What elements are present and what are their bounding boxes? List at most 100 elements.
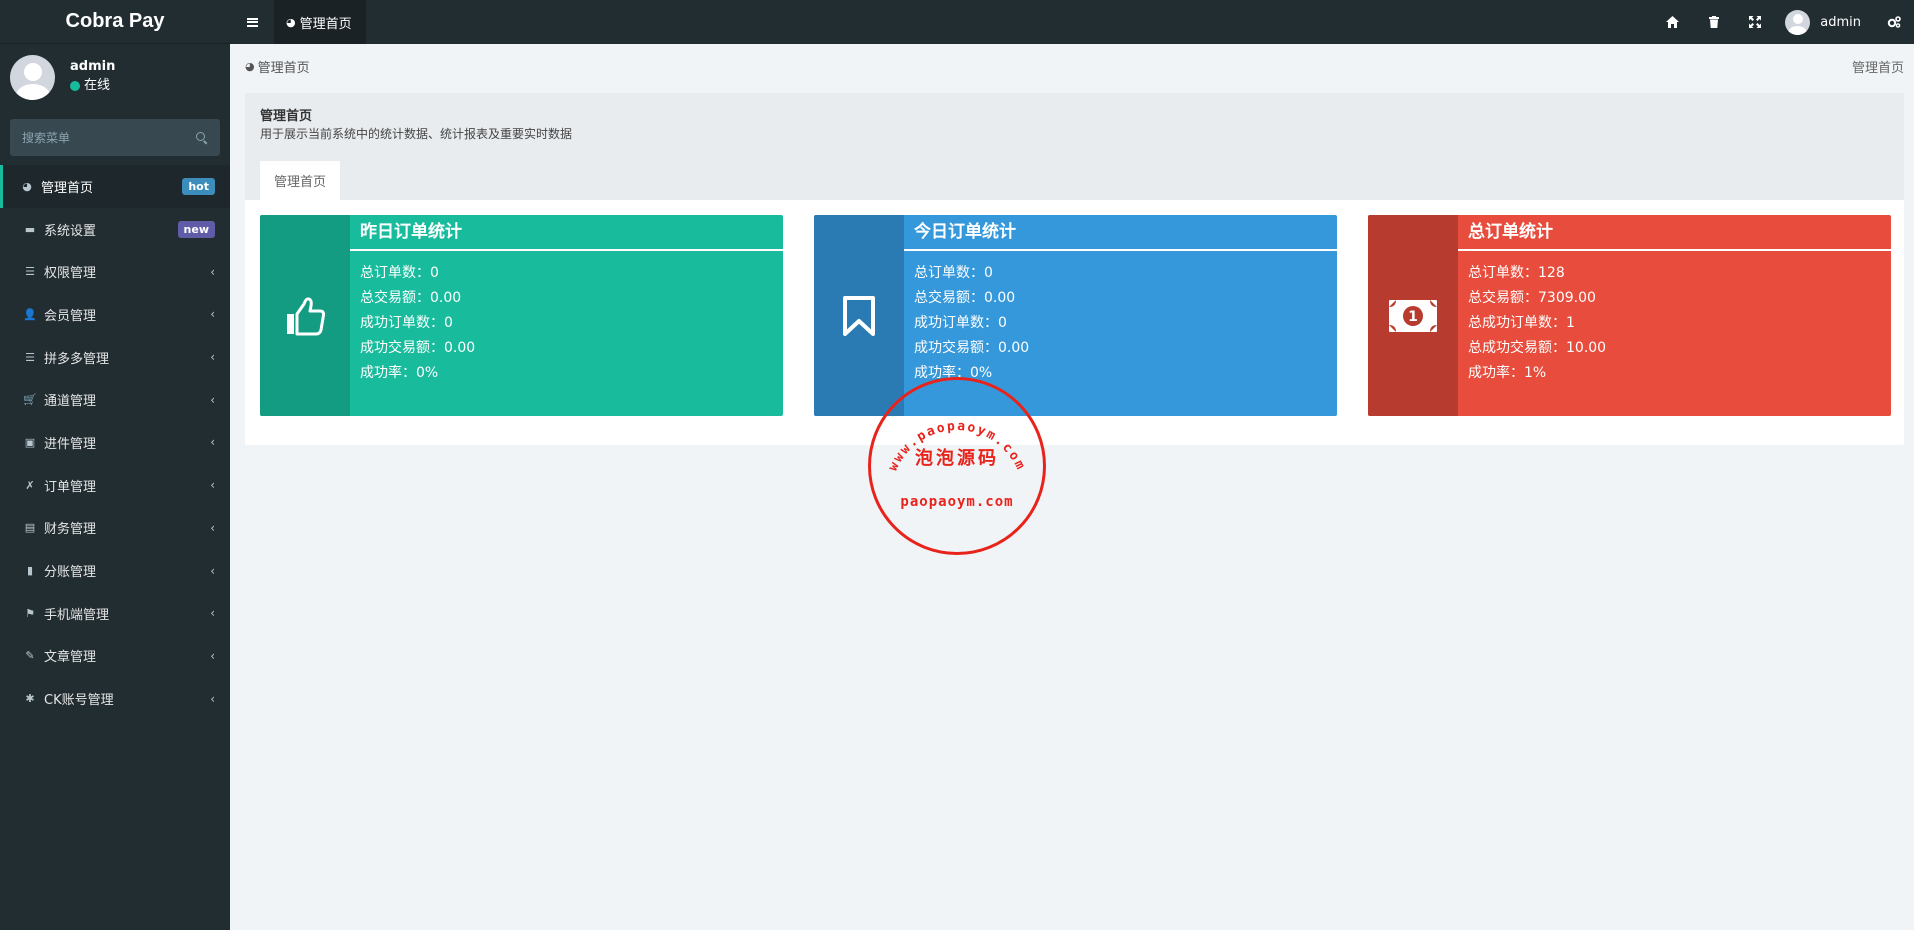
money-icon: ▣ xyxy=(24,435,36,449)
breadcrumb: ◕ 管理首页 管理首页 xyxy=(230,44,1914,89)
trash-icon[interactable] xyxy=(1693,0,1734,44)
sidebar-item-channels[interactable]: 🛒 通道管理 ‹ xyxy=(0,378,230,421)
user-add-icon: 👤 xyxy=(23,307,37,321)
sidebar-item-label: CK账号管理 xyxy=(44,693,114,709)
card-total-amount: 总交易额：0.00 xyxy=(914,290,1016,306)
sidebar-item-label: 管理首页 xyxy=(41,180,94,196)
card-success-amount: 成功交易额：0.00 xyxy=(914,340,1030,356)
svg-text:1: 1 xyxy=(1408,309,1418,325)
dashboard-icon: ◕ xyxy=(286,15,296,29)
user-panel: admin 在线 xyxy=(0,44,230,110)
sidebar-item-mobile[interactable]: ⚑ 手机端管理 ‹ xyxy=(0,592,230,635)
card-total-orders: 总订单数：0 xyxy=(360,265,439,281)
tab-label: 管理首页 xyxy=(299,16,352,32)
sidebar-item-label: 财务管理 xyxy=(44,522,97,538)
watermark-bottom-text: paopaoym.com xyxy=(900,494,1014,510)
card-title: 今日订单统计 xyxy=(904,215,1337,251)
brush-icon: ✎ xyxy=(25,649,35,663)
card-success-rate: 成功率：1% xyxy=(1468,365,1547,381)
sidebar-item-label: 会员管理 xyxy=(44,308,97,324)
flag-icon: ⚑ xyxy=(25,606,35,620)
sidebar-item-label: 手机端管理 xyxy=(44,607,110,623)
thumbs-up-icon xyxy=(260,215,350,416)
chevron-left-icon: ‹ xyxy=(210,435,215,450)
chevron-left-icon: ‹ xyxy=(210,264,215,279)
header-user-menu[interactable]: admin xyxy=(1775,0,1873,44)
home-icon[interactable] xyxy=(1652,0,1693,44)
fullscreen-icon[interactable] xyxy=(1734,0,1775,44)
top-header: ◕ 管理首页 admin xyxy=(230,0,1914,44)
card-success-amount: 成功交易额：0.00 xyxy=(360,340,476,356)
sidebar-item-label: 权限管理 xyxy=(44,266,97,282)
sidebar-toggle-button[interactable] xyxy=(230,0,274,44)
sidebar-item-onboarding[interactable]: ▣ 进件管理 ‹ xyxy=(0,421,230,464)
card-title: 总订单统计 xyxy=(1458,215,1891,251)
card-success-orders: 成功订单数：0 xyxy=(914,315,1007,331)
chevron-left-icon: ‹ xyxy=(210,563,215,578)
watermark-center-text: 泡泡源码 xyxy=(915,448,999,469)
tab-dashboard-panel[interactable]: 管理首页 xyxy=(260,161,341,200)
breadcrumb-page-label: 管理首页 xyxy=(1851,61,1904,76)
card-total-amount: 总交易额：0.00 xyxy=(360,290,462,306)
sidebar-menu: ◕ 管理首页 hot ▬ 系统设置 new ☰ 权限管理 ‹ 👤 会员管理 ‹ … xyxy=(0,165,230,720)
sidebar-item-finance[interactable]: ▤ 财务管理 ‹ xyxy=(0,507,230,550)
card-success-orders: 总成功订单数：1 xyxy=(1468,315,1575,331)
list-icon: ☰ xyxy=(25,265,35,279)
sidebar-item-articles[interactable]: ✎ 文章管理 ‹ xyxy=(0,635,230,678)
dashboard-icon: ◕ xyxy=(22,179,32,193)
chevron-left-icon: ‹ xyxy=(210,478,215,493)
card-success-amount: 总成功交易额：10.00 xyxy=(1468,340,1607,356)
chevron-left-icon: ‹ xyxy=(210,520,215,535)
panel-header: 管理首页 用于展示当前系统中的统计数据、统计报表及重要实时数据 管理首页 xyxy=(245,93,1904,200)
menu-search xyxy=(10,119,220,156)
chevron-left-icon: ‹ xyxy=(210,691,215,706)
breadcrumb-current[interactable]: 管理首页 xyxy=(258,57,310,76)
main-content: ◕ 管理首页 管理首页 管理首页 用于展示当前系统中的统计数据、统计报表及重要实… xyxy=(230,44,1914,930)
sidebar-item-label: 文章管理 xyxy=(44,650,97,666)
chevron-left-icon: ‹ xyxy=(210,392,215,407)
sidebar-item-label: 系统设置 xyxy=(44,223,97,239)
sidebar-item-split-accounts[interactable]: ▮ 分账管理 ‹ xyxy=(0,549,230,592)
cart-icon: 🛒 xyxy=(23,393,37,407)
stat-cards: 昨日订单统计 总订单数：0 总交易额：0.00 成功订单数：0 成功交易额：0.… xyxy=(260,215,1891,416)
stat-card-total: 1 总订单统计 总订单数：128 总交易额：7309.00 总成功订单数：1 总… xyxy=(1368,215,1891,416)
sidebar: Cobra Pay admin 在线 ◕ 管理首页 hot ▬ 系统设置 new… xyxy=(0,0,230,930)
money-bill-icon: 1 xyxy=(1368,215,1458,416)
sidebar-item-label: 通道管理 xyxy=(44,394,97,410)
sidebar-item-ck-accounts[interactable]: ✱ CK账号管理 ‹ xyxy=(0,677,230,720)
page-title: 管理首页 xyxy=(260,109,313,124)
dashboard-icon: ◕ xyxy=(245,60,255,73)
tab-dashboard[interactable]: ◕ 管理首页 xyxy=(274,0,366,44)
new-badge: new xyxy=(177,220,215,238)
menu-search-input[interactable] xyxy=(22,130,196,145)
panel-tabs: 管理首页 xyxy=(260,161,341,200)
hot-badge: hot xyxy=(182,177,215,195)
sidebar-item-pinduoduo[interactable]: ☰ 拼多多管理 ‹ xyxy=(0,336,230,379)
sidebar-item-dashboard[interactable]: ◕ 管理首页 hot xyxy=(0,165,230,208)
finance-icon: ▤ xyxy=(24,521,36,535)
card-total-orders: 总订单数：0 xyxy=(914,265,993,281)
gears-icon[interactable] xyxy=(1873,0,1914,44)
sidebar-item-members[interactable]: 👤 会员管理 ‹ xyxy=(0,293,230,336)
sidebar-item-label: 拼多多管理 xyxy=(44,351,110,367)
chevron-left-icon: ‹ xyxy=(210,648,215,663)
sidebar-item-permissions[interactable]: ☰ 权限管理 ‹ xyxy=(0,250,230,293)
user-status: 在线 xyxy=(70,76,115,96)
book-icon: ▮ xyxy=(26,564,34,578)
avatar xyxy=(10,54,55,100)
app-logo[interactable]: Cobra Pay xyxy=(0,0,230,44)
sidebar-item-orders[interactable]: ✗ 订单管理 ‹ xyxy=(0,464,230,507)
online-status-dot-icon xyxy=(70,81,80,91)
sidebar-item-label: 进件管理 xyxy=(44,436,97,452)
chevron-left-icon: ‹ xyxy=(210,350,215,365)
sidebar-item-system-settings[interactable]: ▬ 系统设置 new xyxy=(0,208,230,251)
chevron-left-icon: ‹ xyxy=(210,606,215,621)
card-title: 昨日订单统计 xyxy=(350,215,783,251)
header-avatar xyxy=(1785,9,1811,35)
card-success-orders: 成功订单数：0 xyxy=(360,315,453,331)
folder-icon: ▬ xyxy=(24,222,36,236)
user-name: admin xyxy=(70,59,116,74)
sidebar-item-label: 订单管理 xyxy=(44,479,97,495)
search-icon[interactable] xyxy=(196,131,208,144)
sidebar-item-label: 分账管理 xyxy=(44,565,97,581)
